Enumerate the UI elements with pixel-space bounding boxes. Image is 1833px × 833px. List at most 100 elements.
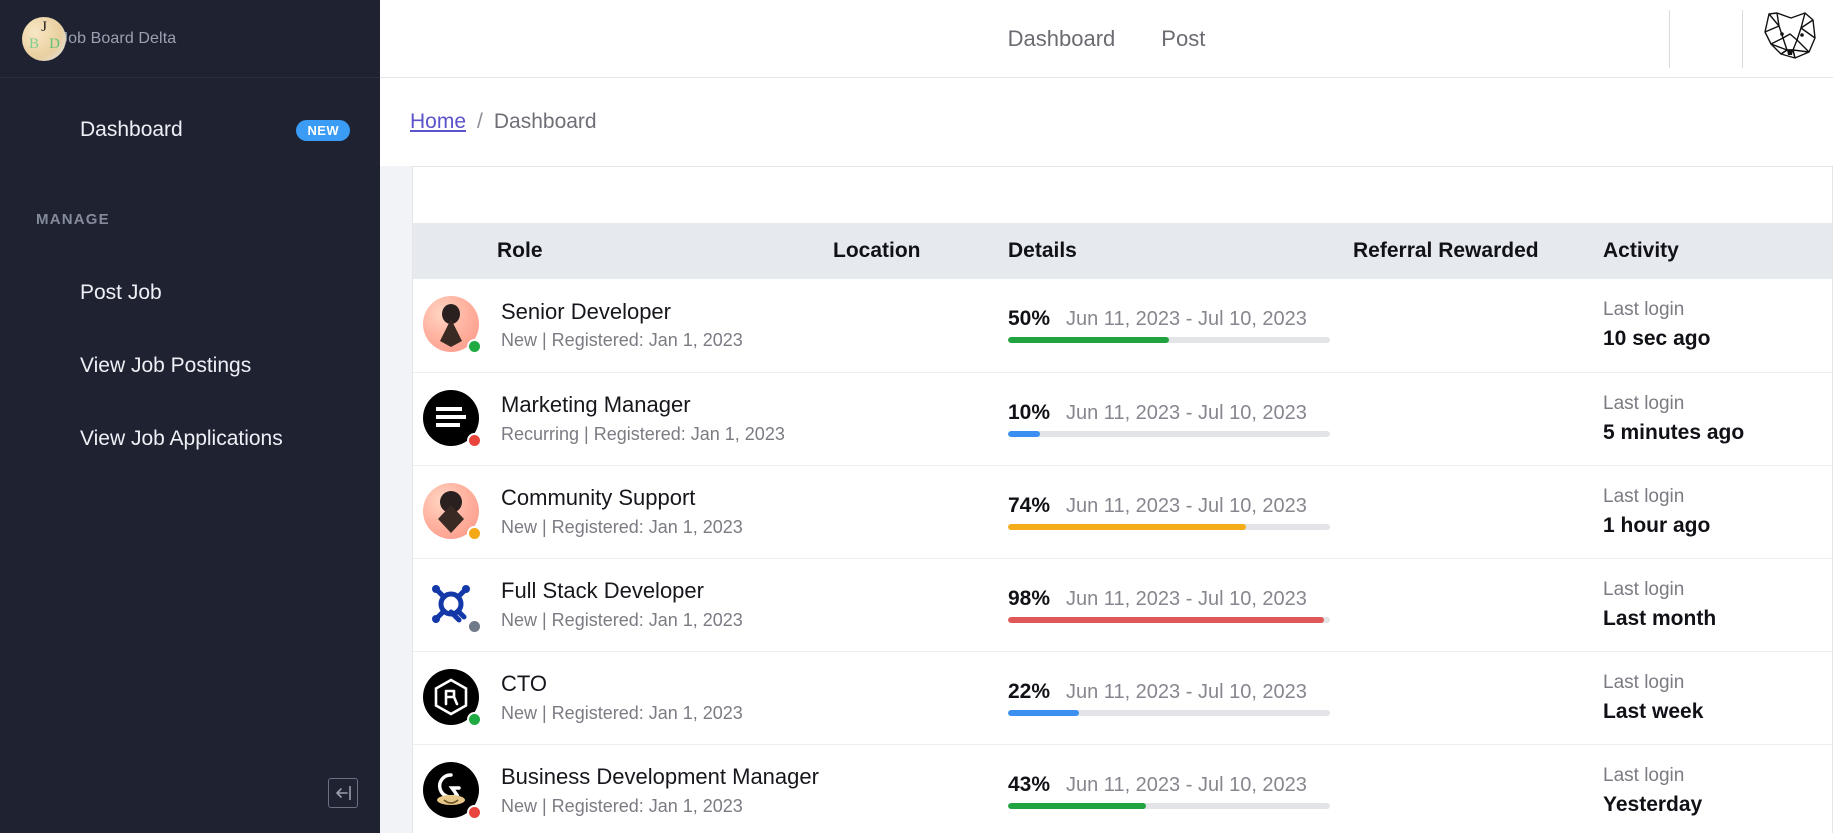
- sidebar-item-view-job-postings[interactable]: View Job Postings: [0, 329, 380, 402]
- activity-label: Last login: [1603, 671, 1685, 693]
- role-subtitle: New | Registered: Jan 1, 2023: [501, 330, 743, 351]
- sidebar-section-manage: MANAGE: [36, 211, 110, 228]
- activity-value: 5 minutes ago: [1603, 420, 1745, 444]
- app-root: J B D Job Board Delta Dashboard NEW MANA…: [0, 0, 1833, 833]
- table-row[interactable]: Senior Developer New | Registered: Jan 1,…: [413, 279, 1832, 373]
- table-row[interactable]: Community Support New | Registered: Jan 1…: [413, 465, 1832, 559]
- content-area: Role Location Details Referral Rewarded …: [380, 166, 1833, 833]
- progress-percent: 50%: [1008, 307, 1051, 331]
- activity-value: 1 hour ago: [1603, 513, 1711, 537]
- progress-bar-fill: [1008, 337, 1169, 344]
- table-row[interactable]: CTO New | Registered: Jan 1, 2023 22% Jun 1…: [413, 651, 1832, 745]
- collapse-sidebar-icon: [334, 785, 352, 801]
- progress-percent: 43%: [1008, 772, 1051, 796]
- avatar: [423, 761, 482, 820]
- cell-role: Community Support New | Registered: Jan 1…: [413, 465, 833, 559]
- status-dot-yellow: [467, 525, 482, 541]
- table-row[interactable]: Business Development Manager New | Regist…: [413, 744, 1832, 833]
- top-nav-dashboard[interactable]: Dashboard: [1008, 26, 1116, 52]
- cell-location: [833, 279, 1008, 373]
- role-subtitle: New | Registered: Jan 1, 2023: [501, 609, 743, 630]
- breadcrumb-current: Dashboard: [493, 110, 597, 133]
- new-badge: NEW: [296, 119, 350, 141]
- progress-bar-track: [1008, 523, 1330, 530]
- cell-location: [833, 372, 1008, 466]
- column-header-role[interactable]: Role: [413, 223, 833, 279]
- role-title: Marketing Manager: [501, 392, 691, 418]
- activity-label: Last login: [1603, 764, 1685, 786]
- date-range: Jun 11, 2023 - Jul 10, 2023: [1066, 308, 1307, 331]
- role-subtitle: Recurring | Registered: Jan 1, 2023: [501, 423, 785, 444]
- cell-role: Senior Developer New | Registered: Jan 1,…: [413, 279, 833, 373]
- cell-details: 10% Jun 11, 2023 - Jul 10, 2023: [1008, 372, 1353, 466]
- cell-role: CTO New | Registered: Jan 1, 2023: [413, 651, 833, 745]
- progress-percent: 22%: [1008, 679, 1051, 703]
- status-dot-gray: [467, 618, 482, 634]
- role-subtitle: New | Registered: Jan 1, 2023: [501, 702, 743, 723]
- sidebar-item-dashboard[interactable]: Dashboard NEW: [0, 104, 380, 156]
- date-range: Jun 11, 2023 - Jul 10, 2023: [1066, 494, 1307, 517]
- cell-details: 98% Jun 11, 2023 - Jul 10, 2023: [1008, 558, 1353, 652]
- logo-letter-top: J: [41, 18, 47, 35]
- sidebar-manage-nav: Post Job View Job Postings View Job Appl…: [0, 256, 380, 475]
- progress-bar-fill: [1008, 430, 1041, 437]
- cell-activity: Last login Last week: [1603, 651, 1832, 745]
- breadcrumb-separator: /: [477, 110, 483, 133]
- role-subtitle: New | Registered: Jan 1, 2023: [501, 516, 743, 537]
- date-range: Jun 11, 2023 - Jul 10, 2023: [1066, 587, 1307, 610]
- column-header-details[interactable]: Details: [1008, 223, 1353, 279]
- role-title: Community Support: [501, 485, 696, 511]
- role-title: CTO: [501, 671, 548, 697]
- brand-logo-avatar: J B D: [22, 16, 66, 61]
- table-row[interactable]: Full Stack Developer New | Registered: Ja…: [413, 558, 1832, 652]
- activity-value: Yesterday: [1603, 792, 1703, 816]
- avatar: [423, 482, 482, 541]
- top-nav-post[interactable]: Post: [1161, 26, 1205, 52]
- sidebar-item-label: Dashboard: [80, 118, 183, 141]
- cell-location: [833, 558, 1008, 652]
- column-header-activity[interactable]: Activity: [1603, 223, 1832, 279]
- sidebar-item-view-job-applications[interactable]: View Job Applications: [0, 402, 380, 475]
- role-title: Business Development Manager: [501, 764, 819, 790]
- cell-activity: Last login 1 hour ago: [1603, 465, 1832, 559]
- column-header-referral-rewarded[interactable]: Referral Rewarded: [1353, 223, 1603, 279]
- cell-location: [833, 651, 1008, 745]
- cell-activity: Last login 10 sec ago: [1603, 279, 1832, 373]
- activity-label: Last login: [1603, 578, 1685, 600]
- status-dot-red: [467, 432, 482, 448]
- activity-value: Last week: [1603, 699, 1704, 723]
- cell-activity: Last login 5 minutes ago: [1603, 372, 1832, 466]
- progress-bar-track: [1008, 616, 1330, 623]
- logo-letter-right: D: [49, 35, 60, 52]
- sidebar-item-label: View Job Applications: [80, 426, 283, 450]
- avatar: [423, 668, 482, 727]
- breadcrumb-home-link[interactable]: Home: [410, 110, 466, 134]
- sidebar-item-post-job[interactable]: Post Job: [0, 256, 380, 329]
- progress-bar-track: [1008, 802, 1330, 809]
- avatar: [423, 575, 482, 634]
- progress-percent: 74%: [1008, 493, 1051, 517]
- status-dot-green: [467, 711, 482, 727]
- cell-location: [833, 465, 1008, 559]
- collapse-sidebar-button[interactable]: [328, 778, 358, 808]
- breadcrumb: Home / Dashboard: [380, 78, 1833, 166]
- cell-details: 50% Jun 11, 2023 - Jul 10, 2023: [1008, 279, 1353, 373]
- progress-bar-track: [1008, 709, 1330, 716]
- sidebar-primary-nav: Dashboard NEW: [0, 78, 380, 156]
- progress-bar-fill: [1008, 709, 1079, 716]
- role-title: Full Stack Developer: [501, 578, 704, 604]
- progress-percent: 98%: [1008, 586, 1051, 610]
- column-header-location[interactable]: Location: [833, 223, 1008, 279]
- sidebar-brand[interactable]: J B D Job Board Delta: [0, 0, 380, 78]
- logo-letter-left: B: [29, 35, 40, 52]
- sidebar-item-label: Post Job: [80, 280, 162, 304]
- cell-referral-rewarded: [1353, 465, 1603, 559]
- progress-bar-fill: [1008, 802, 1147, 809]
- cell-activity: Last login Yesterday: [1603, 744, 1832, 833]
- date-range: Jun 11, 2023 - Jul 10, 2023: [1066, 680, 1307, 703]
- brand-name: Job Board Delta: [60, 29, 177, 47]
- table-body: Senior Developer New | Registered: Jan 1,…: [413, 279, 1832, 833]
- table-row[interactable]: Marketing Manager Recurring | Registered:…: [413, 372, 1832, 466]
- cell-details: 43% Jun 11, 2023 - Jul 10, 2023: [1008, 744, 1353, 833]
- progress-bar-fill: [1008, 523, 1247, 530]
